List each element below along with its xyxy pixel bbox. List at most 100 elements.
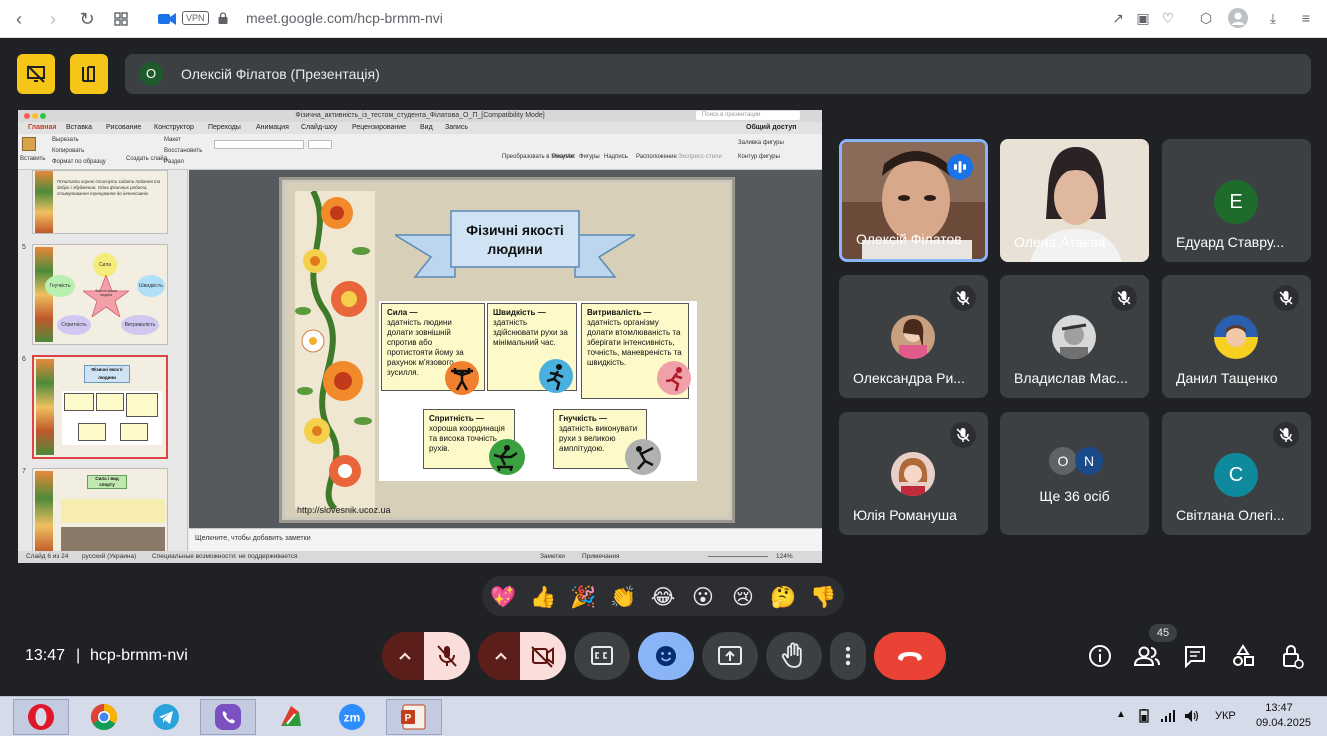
powerpoint-app[interactable]: P	[386, 699, 442, 735]
battery-icon[interactable]	[1136, 709, 1152, 726]
zoom-slider[interactable]	[708, 556, 768, 557]
back-icon[interactable]: ‹	[8, 8, 30, 30]
notes-pane[interactable]: Щелкните, чтобы добавить заметки	[189, 528, 822, 551]
ppt-search[interactable]: Поиск в презентации	[696, 111, 800, 120]
zoom-app[interactable]: zm	[324, 699, 380, 735]
people-button[interactable]	[1127, 636, 1167, 676]
share-icon[interactable]: ↗	[1108, 8, 1128, 28]
ppt-tab[interactable]: Конструктор	[154, 124, 194, 131]
notes-toggle[interactable]: Заметки	[540, 553, 565, 560]
thinking-reaction[interactable]: 🤔	[770, 584, 796, 610]
telegram-app[interactable]	[138, 699, 194, 735]
paste-icon[interactable]	[22, 137, 36, 151]
screenshot-icon[interactable]: ▣	[1133, 8, 1153, 28]
audio-options-button[interactable]	[382, 632, 428, 680]
menu-icon[interactable]: ≡	[1296, 8, 1316, 28]
accessibility-status[interactable]: Специальные возможности: не поддерживает…	[152, 553, 297, 560]
slide-thumbnail-6[interactable]: Фізичні якості людини	[32, 355, 168, 459]
paste-label[interactable]: Вставить	[20, 156, 45, 162]
raise-hand-button[interactable]	[766, 632, 822, 680]
arrange-label[interactable]: Расположение	[636, 154, 677, 160]
ppt-tab[interactable]: Рисование	[106, 124, 141, 131]
copy-label[interactable]: Копировать	[52, 148, 84, 154]
comments-toggle[interactable]: Примечания	[582, 553, 620, 560]
participant-tile[interactable]: Владислав Мас...	[1000, 275, 1149, 398]
leave-call-button[interactable]	[874, 632, 946, 680]
participant-tile[interactable]: Е Едуард Ставру...	[1162, 139, 1311, 262]
address-bar[interactable]: VPN meet.google.com/hcp-brmm-nvi	[150, 6, 1080, 32]
opera-app[interactable]	[13, 699, 69, 735]
section-label[interactable]: Раздел	[164, 159, 184, 165]
shape-outline-label[interactable]: Контур фигуры	[738, 154, 780, 160]
hide-presentation-button[interactable]	[17, 54, 55, 94]
current-slide[interactable]: Фізичні якості людини Сила — здатність л…	[282, 180, 732, 520]
thumbs-up-reaction[interactable]: 👍	[530, 584, 556, 610]
new-slide-label[interactable]: Создать слайд	[126, 156, 167, 162]
forward-icon[interactable]: ›	[42, 8, 64, 30]
download-icon[interactable]: ⤓	[1263, 8, 1283, 28]
laugh-reaction[interactable]: 😂	[650, 584, 676, 610]
participant-tile[interactable]: Олена Атаєва	[1000, 139, 1149, 262]
emoji-reactions-button[interactable]	[638, 632, 694, 680]
vpn-badge[interactable]: VPN	[182, 11, 209, 25]
more-options-button[interactable]	[830, 632, 866, 680]
ppt-tab[interactable]: Анимация	[256, 124, 289, 131]
ppt-tab[interactable]: Переходы	[208, 124, 241, 131]
reload-icon[interactable]: ↻	[76, 8, 98, 30]
present-screen-button[interactable]	[702, 632, 758, 680]
tray-overflow-icon[interactable]: ▲	[1116, 709, 1126, 720]
slide-thumbnail-5[interactable]: Сила Гнучкість Швидкість Спритність Витр…	[32, 244, 168, 345]
camera-toggle-button[interactable]	[520, 632, 566, 680]
participant-tile[interactable]: С Світлана Олегі...	[1162, 412, 1311, 535]
quick-styles-label[interactable]: Экспресс-стили	[678, 154, 722, 160]
volume-icon[interactable]	[1184, 709, 1200, 726]
viber-app[interactable]	[200, 699, 256, 735]
keyboard-language[interactable]: УКР	[1215, 710, 1236, 722]
ppt-tab[interactable]: Рецензирование	[352, 124, 406, 131]
thumbs-down-reaction[interactable]: 👎	[810, 584, 836, 610]
party-reaction[interactable]: 🎉	[570, 584, 596, 610]
activities-button[interactable]	[1223, 636, 1263, 676]
format-painter-label[interactable]: Формат по образцу	[52, 159, 106, 165]
heart-reaction[interactable]: 💖	[490, 584, 516, 610]
participant-tile[interactable]: Юлія Романуша	[839, 412, 988, 535]
mic-toggle-button[interactable]	[424, 632, 470, 680]
video-options-button[interactable]	[478, 632, 524, 680]
ppt-tab[interactable]: Запись	[445, 124, 468, 131]
ppt-tab[interactable]: Вставка	[66, 124, 92, 131]
tray-clock[interactable]: 13:47 09.04.2025	[1256, 702, 1311, 729]
profile-icon[interactable]	[1228, 8, 1248, 28]
host-controls-button[interactable]	[1272, 636, 1312, 676]
cut-label[interactable]: Вырезать	[52, 137, 79, 143]
chat-button[interactable]	[1175, 636, 1215, 676]
network-icon[interactable]	[1160, 709, 1176, 726]
sad-reaction[interactable]: 😢	[730, 584, 756, 610]
meeting-details-button[interactable]	[1080, 636, 1120, 676]
chrome-app[interactable]	[76, 699, 132, 735]
shape-fill-label[interactable]: Заливка фигуры	[738, 140, 784, 146]
textbox-label[interactable]: Надпись	[604, 154, 628, 160]
participant-tile[interactable]: Данил Тащенко	[1162, 275, 1311, 398]
ppt-share-button[interactable]: Общий доступ	[746, 124, 796, 131]
font-size-field[interactable]	[308, 140, 332, 149]
reset-label[interactable]: Восстановить	[164, 148, 202, 154]
shapes-label[interactable]: Фигуры	[579, 154, 600, 160]
ppt-tab[interactable]: Слайд-шоу	[301, 124, 337, 131]
slide-thumbnail-7[interactable]: Сила і вид спорту	[32, 468, 168, 554]
lock-icon[interactable]	[218, 11, 228, 24]
clap-reaction[interactable]: 👏	[610, 584, 636, 610]
language-status[interactable]: русский (Украина)	[82, 553, 136, 560]
participant-tile[interactable]: Олексій Філатов	[839, 139, 988, 262]
ppt-tab[interactable]: Вид	[420, 124, 433, 131]
app-pinned[interactable]	[262, 699, 318, 735]
ppt-tab[interactable]: Главная	[28, 124, 56, 131]
zoom-level[interactable]: 124%	[776, 553, 793, 560]
picture-label[interactable]: Рисунок	[552, 154, 575, 160]
layout-label[interactable]: Макет	[164, 137, 181, 143]
tabs-grid-icon[interactable]	[110, 8, 132, 30]
more-participants-tile[interactable]: О N Ще 36 осіб	[1000, 412, 1149, 535]
extensions-icon[interactable]: ⬡	[1196, 8, 1216, 28]
heart-icon[interactable]: ♡	[1158, 8, 1178, 28]
surprised-reaction[interactable]: 😮	[690, 584, 716, 610]
captions-button[interactable]	[574, 632, 630, 680]
